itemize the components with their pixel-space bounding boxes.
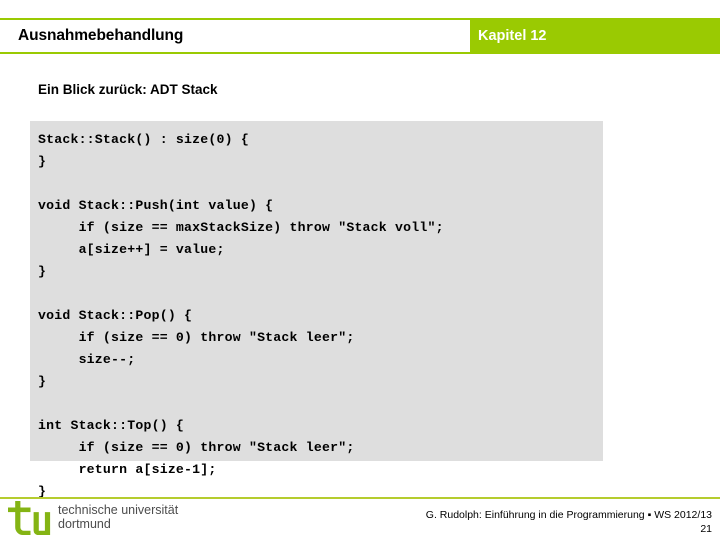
tu-logo-mark-icon bbox=[8, 501, 52, 536]
footer-divider bbox=[0, 497, 720, 499]
header-title-box: Ausnahmebehandlung bbox=[0, 20, 470, 52]
code-line: } bbox=[38, 484, 47, 499]
code-line: int Stack::Top() { bbox=[38, 418, 185, 433]
code-line: Stack::Stack() : size(0) { bbox=[38, 132, 249, 147]
code-line: if (size == maxStackSize) throw "Stack v… bbox=[38, 220, 444, 235]
code-line: void Stack::Pop() { bbox=[38, 308, 193, 323]
code-line: size--; bbox=[38, 352, 136, 367]
chapter-label: Kapitel 12 bbox=[478, 28, 547, 44]
page-title: Ausnahmebehandlung bbox=[18, 27, 184, 44]
tu-logo-line-1: technische universität bbox=[58, 503, 179, 517]
tu-dortmund-logo: technische universität dortmund bbox=[8, 501, 208, 537]
footer-credit: G. Rudolph: Einführung in die Programmie… bbox=[425, 509, 712, 521]
code-line: if (size == 0) throw "Stack leer"; bbox=[38, 440, 355, 455]
slide-header: Ausnahmebehandlung Kapitel 12 bbox=[0, 18, 720, 54]
code-block: Stack::Stack() : size(0) {} void Stack::… bbox=[30, 121, 603, 499]
code-line: a[size++] = value; bbox=[38, 242, 225, 257]
code-line: if (size == 0) throw "Stack leer"; bbox=[38, 330, 355, 345]
code-line: } bbox=[38, 374, 47, 389]
tu-logo-line-2: dortmund bbox=[58, 517, 111, 531]
tu-logo-wordmark: technische universität dortmund bbox=[58, 503, 178, 531]
code-line: return a[size-1]; bbox=[38, 462, 217, 477]
footer-page-number: 21 bbox=[700, 523, 712, 535]
slide-subtitle: Ein Blick zurück: ADT Stack bbox=[38, 82, 218, 97]
code-listing: Stack::Stack() : size(0) {} void Stack::… bbox=[38, 129, 603, 503]
code-line: } bbox=[38, 264, 47, 279]
code-line: void Stack::Push(int value) { bbox=[38, 198, 274, 213]
code-line: } bbox=[38, 154, 47, 169]
